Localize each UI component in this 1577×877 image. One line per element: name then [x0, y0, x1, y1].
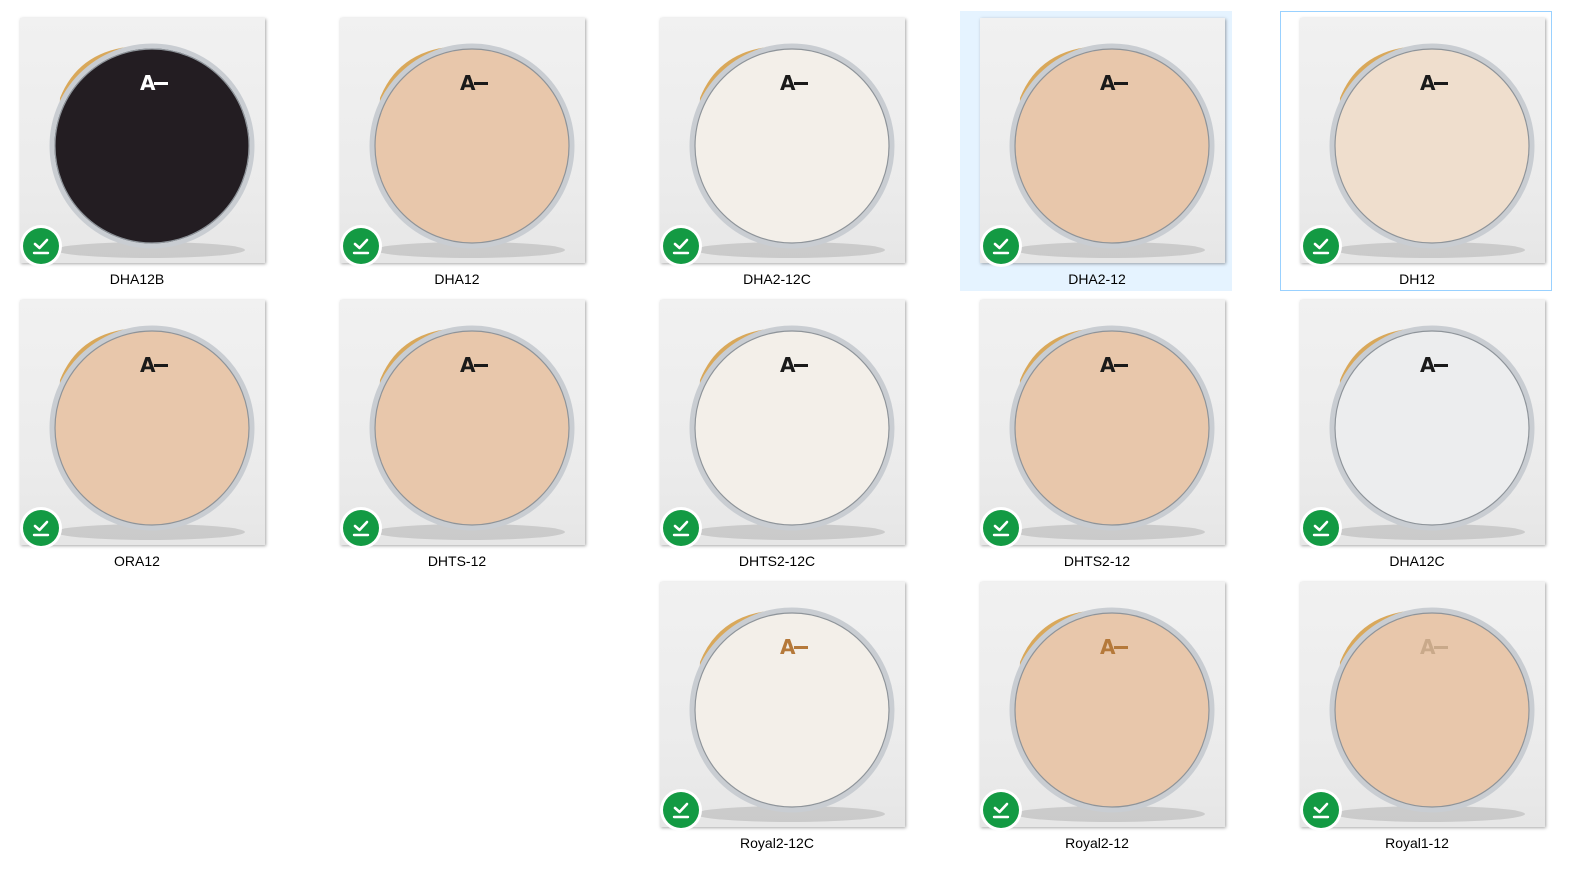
svg-text:A: A: [1420, 635, 1436, 659]
thumbnail: A: [660, 582, 905, 827]
drum-image: A: [369, 325, 575, 540]
thumbnail: A: [980, 18, 1225, 263]
svg-text:A: A: [460, 353, 476, 377]
file-tile[interactable]: A DHA2-12: [960, 11, 1232, 291]
synced-checkmark-icon: [660, 507, 702, 549]
synced-checkmark-icon: [340, 225, 382, 267]
drum-image: A: [689, 607, 895, 822]
thumbnail: A: [660, 300, 905, 545]
drum-image: A: [1329, 325, 1535, 540]
file-tile[interactable]: A Royal2-12C: [640, 575, 912, 855]
file-tile[interactable]: A DHA12: [320, 11, 592, 291]
synced-checkmark-icon: [980, 225, 1022, 267]
synced-checkmark-icon: [980, 507, 1022, 549]
drum-image: A: [1009, 43, 1215, 258]
thumbnail: A: [660, 18, 905, 263]
file-name: Royal2-12C: [740, 835, 814, 851]
file-name: DHTS-12: [427, 553, 487, 569]
file-tile[interactable]: A ORA12: [0, 293, 272, 573]
drum-image: A: [1009, 325, 1215, 540]
thumbnail: A: [20, 300, 265, 545]
file-tile[interactable]: A Royal2-12: [960, 575, 1232, 855]
file-name: DHA12: [434, 271, 480, 287]
svg-text:A: A: [140, 353, 156, 377]
synced-checkmark-icon: [1300, 507, 1342, 549]
drum-image: A: [689, 43, 895, 258]
synced-checkmark-icon: [1300, 789, 1342, 831]
drum-image: A: [49, 325, 255, 540]
file-tile[interactable]: A DHTS-12: [320, 293, 592, 573]
svg-text:A: A: [1100, 353, 1116, 377]
thumbnail: A: [1300, 18, 1545, 263]
file-name: DHTS2-12: [1063, 553, 1131, 569]
synced-checkmark-icon: [980, 789, 1022, 831]
thumbnail: A: [20, 18, 265, 263]
file-name: DHTS2-12C: [738, 553, 816, 569]
synced-checkmark-icon: [660, 789, 702, 831]
svg-text:A: A: [1100, 71, 1116, 95]
file-tile[interactable]: A DH12: [1280, 11, 1552, 291]
svg-text:A: A: [780, 71, 796, 95]
thumbnail: A: [340, 300, 585, 545]
file-tile[interactable]: A DHTS2-12: [960, 293, 1232, 573]
file-name: DHA2-12C: [743, 271, 811, 287]
synced-checkmark-icon: [660, 225, 702, 267]
drum-image: A: [1329, 43, 1535, 258]
synced-checkmark-icon: [20, 507, 62, 549]
file-name: ORA12: [114, 553, 160, 569]
file-tile[interactable]: A Royal1-12: [1280, 575, 1552, 855]
file-name: Royal2-12: [1065, 835, 1129, 851]
svg-text:A: A: [1100, 635, 1116, 659]
file-name: Royal1-12: [1385, 835, 1449, 851]
svg-text:A: A: [140, 71, 156, 95]
drum-image: A: [1329, 607, 1535, 822]
drum-image: A: [689, 325, 895, 540]
file-tile[interactable]: A DHA12C: [1280, 293, 1552, 573]
thumbnail: A: [980, 300, 1225, 545]
file-name: DHA12B: [109, 271, 165, 287]
file-name: DHA2-12: [1068, 271, 1126, 287]
file-tile[interactable]: A DHTS2-12C: [640, 293, 912, 573]
svg-text:A: A: [780, 353, 796, 377]
thumbnail: A: [340, 18, 585, 263]
thumbnail: A: [1300, 300, 1545, 545]
synced-checkmark-icon: [340, 507, 382, 549]
drum-image: A: [369, 43, 575, 258]
thumbnail: A: [1300, 582, 1545, 827]
svg-text:A: A: [460, 71, 476, 95]
svg-text:A: A: [1420, 71, 1436, 95]
drum-image: A: [49, 43, 255, 258]
synced-checkmark-icon: [20, 225, 62, 267]
file-name: DH12: [1399, 271, 1435, 287]
file-name: DHA12C: [1389, 553, 1445, 569]
file-tile[interactable]: A DHA2-12C: [640, 11, 912, 291]
svg-text:A: A: [780, 635, 796, 659]
thumbnail: A: [980, 582, 1225, 827]
file-tile[interactable]: A DHA12B: [0, 11, 272, 291]
svg-text:A: A: [1420, 353, 1436, 377]
synced-checkmark-icon: [1300, 225, 1342, 267]
drum-image: A: [1009, 607, 1215, 822]
